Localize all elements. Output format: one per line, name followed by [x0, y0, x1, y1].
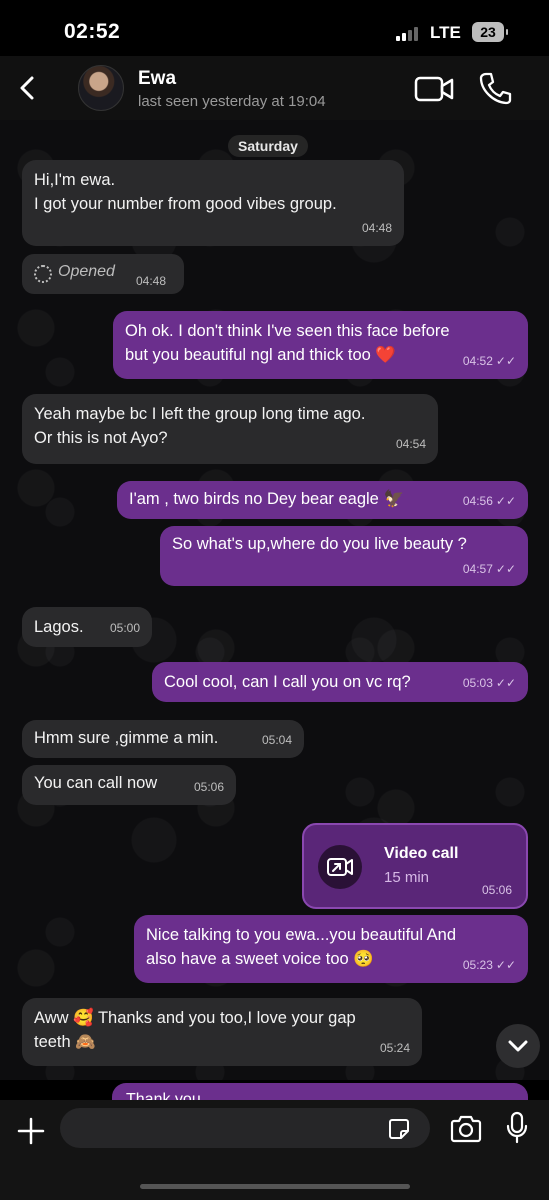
- message-text: Oh ok. I don't think I've seen this face…: [125, 322, 450, 340]
- message-time: 05:04: [261, 733, 292, 747]
- read-receipt-icon: ✓✓: [495, 676, 516, 690]
- message-text: I'am , two birds no Dey bear eagle 🦅: [129, 490, 404, 508]
- message-time: 04:54: [395, 437, 426, 451]
- opened-indicator: Opened 04:48: [22, 254, 184, 294]
- signal-icon: [396, 25, 422, 41]
- microphone-icon: [506, 1111, 528, 1144]
- message-time: 05:00: [109, 621, 140, 635]
- message-text: teeth 🙈: [34, 1033, 96, 1051]
- message-bubble[interactable]: So what's up,where do you live beauty ? …: [160, 526, 528, 586]
- message-time: 04:48: [361, 221, 392, 235]
- message-text: I got your number from good vibes group.: [34, 195, 337, 213]
- camera-icon: [450, 1115, 482, 1143]
- message-text: Yeah maybe bc I left the group long time…: [34, 405, 366, 423]
- loading-icon: [34, 265, 52, 283]
- message-text: Or this is not Ayo?: [34, 429, 168, 447]
- chevron-down-icon: [508, 1040, 528, 1052]
- message-text: Hi,I'm ewa.: [34, 171, 116, 189]
- message-bubble[interactable]: Lagos. 05:00: [22, 607, 152, 647]
- chat-header: Ewa last seen yesterday at 19:04: [0, 56, 549, 120]
- status-bar: 02:52 LTE 23: [0, 0, 549, 60]
- message-bubble[interactable]: Hi,I'm ewa. I got your number from good …: [22, 160, 404, 246]
- microphone-button[interactable]: [504, 1110, 530, 1146]
- opened-label: Opened: [58, 263, 115, 280]
- message-text: also have a sweet voice too 🥺: [146, 950, 374, 968]
- network-type: LTE: [430, 23, 461, 42]
- message-text: So what's up,where do you live beauty ?: [172, 535, 467, 553]
- back-button[interactable]: [10, 68, 46, 108]
- message-bubble[interactable]: You can call now 05:06: [22, 765, 236, 805]
- read-receipt-icon: ✓✓: [495, 958, 516, 972]
- message-text: Nice talking to you ewa...you beautiful …: [146, 926, 457, 944]
- video-camera-icon: [414, 76, 454, 102]
- message-bubble[interactable]: Yeah maybe bc I left the group long time…: [22, 394, 438, 464]
- read-receipt-icon: ✓✓: [495, 562, 516, 576]
- outgoing-video-icon: [327, 858, 353, 876]
- message-bubble[interactable]: Hmm sure ,gimme a min. 05:04: [22, 720, 304, 758]
- call-title: Video call: [384, 845, 459, 862]
- voice-call-button[interactable]: [478, 70, 512, 106]
- message-text: Aww 🥰 Thanks and you too,I love your gap: [34, 1009, 356, 1027]
- message-input-bar: [0, 1100, 549, 1200]
- avatar[interactable]: [78, 65, 124, 111]
- message-time: 05:24: [379, 1041, 410, 1055]
- message-bubble[interactable]: Oh ok. I don't think I've seen this face…: [113, 311, 528, 379]
- message-text: Hmm sure ,gimme a min.: [34, 729, 219, 747]
- date-separator: Saturday: [228, 135, 308, 157]
- chevron-left-icon: [20, 76, 34, 100]
- read-receipt-icon: ✓✓: [495, 494, 516, 508]
- message-time: 05:06: [193, 780, 224, 794]
- message-time: 05:23: [462, 958, 493, 972]
- message-time: 05:06: [481, 883, 512, 897]
- home-indicator: [140, 1184, 410, 1189]
- scroll-to-bottom-button[interactable]: [496, 1024, 540, 1068]
- message-bubble[interactable]: I'am , two birds no Dey bear eagle 🦅 04:…: [117, 481, 528, 519]
- message-bubble[interactable]: Cool cool, can I call you on vc rq? 05:0…: [152, 662, 528, 702]
- sticker-button[interactable]: [386, 1116, 412, 1142]
- battery-icon: 23: [472, 22, 508, 42]
- plus-icon: [17, 1117, 45, 1145]
- message-time: 05:03: [462, 676, 493, 690]
- call-icon-circle: [318, 845, 362, 889]
- message-input[interactable]: [60, 1108, 430, 1148]
- status-time: 02:52: [64, 20, 121, 43]
- camera-button[interactable]: [449, 1114, 483, 1144]
- video-call-button[interactable]: [414, 72, 456, 106]
- message-time: 04:56: [462, 494, 493, 508]
- contact-name[interactable]: Ewa: [138, 68, 176, 90]
- phone-icon: [479, 72, 512, 105]
- message-text: but you beautiful ngl and thick too ❤️: [125, 346, 396, 364]
- sticker-icon: [389, 1119, 409, 1139]
- call-duration: 15 min: [384, 869, 430, 886]
- message-bubble[interactable]: Nice talking to you ewa...you beautiful …: [134, 915, 528, 983]
- message-time: 04:52: [462, 354, 493, 368]
- last-seen-status: last seen yesterday at 19:04: [138, 93, 326, 110]
- message-time: 04:48: [136, 274, 167, 288]
- attach-button[interactable]: [14, 1114, 48, 1148]
- read-receipt-icon: ✓✓: [495, 354, 516, 368]
- video-call-card[interactable]: Video call 15 min 05:06: [302, 823, 528, 909]
- message-time: 04:57: [462, 562, 493, 576]
- message-bubble[interactable]: Aww 🥰 Thanks and you too,I love your gap…: [22, 998, 422, 1066]
